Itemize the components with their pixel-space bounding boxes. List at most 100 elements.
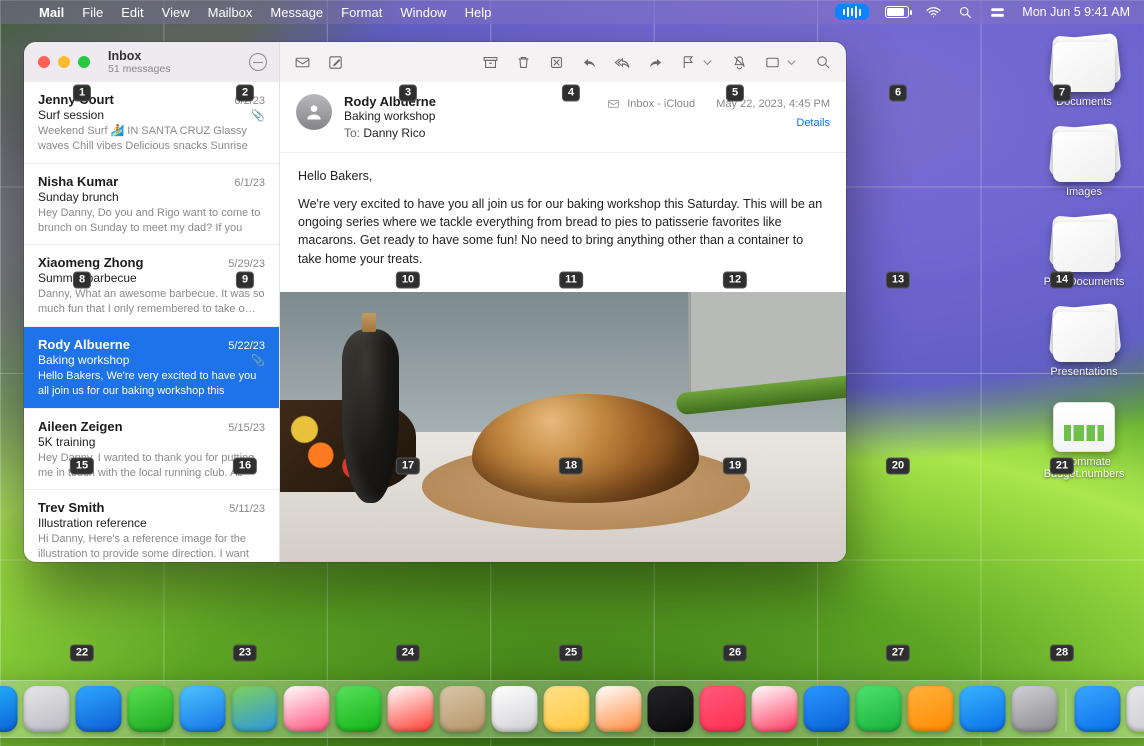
- message-row[interactable]: Xiaomeng Zhong5/29/23 Summer barbecue Da…: [24, 245, 279, 327]
- message-row[interactable]: Aileen Zeigen5/15/23 5K training Hey Dan…: [24, 409, 279, 491]
- wifi-icon[interactable]: [917, 4, 950, 21]
- desktop-item-label: Presentations: [1050, 366, 1117, 378]
- junk-icon[interactable]: [548, 54, 565, 71]
- message-list[interactable]: Jenny Court6/2/23 Surf session📎 Weekend …: [24, 82, 280, 562]
- message-from: Trev Smith: [38, 500, 104, 515]
- desktop-item[interactable]: Documents: [1034, 42, 1134, 108]
- dock-downloads[interactable]: [1075, 686, 1121, 732]
- stack-icon: [1053, 42, 1115, 92]
- dock-music[interactable]: [700, 686, 746, 732]
- menu-edit[interactable]: Edit: [112, 5, 152, 20]
- dock-safari[interactable]: [76, 686, 122, 732]
- numbers-file-icon: [1053, 402, 1115, 452]
- message-subject: 5K training: [38, 435, 95, 449]
- menu-help[interactable]: Help: [456, 5, 501, 20]
- message-date: 5/15/23: [228, 422, 265, 434]
- dock-notes[interactable]: [544, 686, 590, 732]
- forward-icon[interactable]: [647, 54, 664, 71]
- message-date: 6/1/23: [234, 177, 265, 189]
- dock-reminders[interactable]: [492, 686, 538, 732]
- message-preview: Hey Danny, I wanted to thank you for put…: [38, 451, 265, 481]
- desktop-item-label: Images: [1066, 186, 1102, 198]
- dock-launchpad[interactable]: [24, 686, 70, 732]
- dock-contacts[interactable]: [440, 686, 486, 732]
- message-from: Rody Albuerne: [38, 337, 130, 352]
- reading-to-label: To:: [344, 126, 360, 140]
- reply-all-icon[interactable]: [614, 54, 631, 71]
- menu-mailbox[interactable]: Mailbox: [199, 5, 262, 20]
- mute-icon[interactable]: [731, 54, 748, 71]
- menubar: MailFileEditViewMailboxMessageFormatWind…: [0, 0, 1144, 24]
- details-link[interactable]: Details: [606, 117, 830, 129]
- message-preview: Weekend Surf 🏄 IN SANTA CRUZ Glassy wave…: [38, 124, 265, 154]
- reading-attachment-image: [280, 292, 846, 562]
- battery-status[interactable]: [877, 6, 917, 18]
- reading-date: May 22, 2023, 4:45 PM: [716, 98, 830, 110]
- dock-keynote[interactable]: [804, 686, 850, 732]
- dock-settings[interactable]: [1012, 686, 1058, 732]
- message-date: 5/29/23: [228, 258, 265, 270]
- dock-photos[interactable]: [284, 686, 330, 732]
- dock-messages[interactable]: [128, 686, 174, 732]
- zoom-button[interactable]: [78, 56, 90, 68]
- trash-icon[interactable]: [515, 54, 532, 71]
- dock-maps[interactable]: [232, 686, 278, 732]
- menubar-clock[interactable]: Mon Jun 5 9:41 AM: [1014, 5, 1144, 19]
- spotlight-icon[interactable]: [950, 5, 981, 20]
- message-preview: Hey Danny, Do you and Rigo want to come …: [38, 206, 265, 236]
- archive-icon[interactable]: [482, 54, 499, 71]
- voice-control-indicator[interactable]: [827, 4, 877, 20]
- menubar-app-name[interactable]: Mail: [30, 5, 73, 20]
- reply-icon[interactable]: [581, 54, 598, 71]
- menu-window[interactable]: Window: [391, 5, 455, 20]
- dock-news[interactable]: [752, 686, 798, 732]
- message-preview: Hi Danny, Here's a reference image for t…: [38, 532, 265, 562]
- menu-message[interactable]: Message: [261, 5, 332, 20]
- dock-calendar[interactable]: [388, 686, 434, 732]
- dock-numbers[interactable]: [856, 686, 902, 732]
- message-from: Xiaomeng Zhong: [38, 255, 143, 270]
- search-icon[interactable]: [815, 54, 832, 71]
- message-row[interactable]: Jenny Court6/2/23 Surf session📎 Weekend …: [24, 82, 279, 164]
- stack-icon: [1053, 312, 1115, 362]
- message-subject: Sunday brunch: [38, 190, 119, 204]
- desktop-item[interactable]: Presentations: [1034, 312, 1134, 378]
- message-subject: Baking workshop: [38, 353, 129, 367]
- dock-facetime[interactable]: [336, 686, 382, 732]
- dock-freeform[interactable]: [596, 686, 642, 732]
- flag-icon[interactable]: [680, 54, 715, 71]
- dock-appstore[interactable]: [960, 686, 1006, 732]
- filter-icon[interactable]: [249, 53, 267, 71]
- compose-icon[interactable]: [327, 54, 344, 71]
- reading-from: Rody Albuerne: [344, 94, 594, 109]
- message-date: 6/2/23: [234, 95, 265, 107]
- dock-mail[interactable]: [180, 686, 226, 732]
- message-subject: Surf session: [38, 108, 104, 122]
- message-row[interactable]: Rody Albuerne5/22/23 Baking workshop📎 He…: [24, 327, 279, 409]
- move-icon[interactable]: [764, 54, 799, 71]
- desktop-item[interactable]: Images: [1034, 132, 1134, 198]
- message-subject: Illustration reference: [38, 516, 147, 530]
- close-button[interactable]: [38, 56, 50, 68]
- message-from: Jenny Court: [38, 92, 114, 107]
- dock-pages[interactable]: [908, 686, 954, 732]
- desktop-item-label: Roommate Budget.numbers: [1034, 456, 1134, 480]
- reading-to-name: Danny Rico: [363, 126, 425, 140]
- menu-format[interactable]: Format: [332, 5, 391, 20]
- minimize-button[interactable]: [58, 56, 70, 68]
- message-preview: Danny, What an awesome barbecue. It was …: [38, 287, 265, 317]
- message-row[interactable]: Trev Smith5/11/23 Illustration reference…: [24, 490, 279, 562]
- desktop-item[interactable]: PDF Documents: [1034, 222, 1134, 288]
- mail-titlebar[interactable]: Inbox 51 messages: [24, 42, 846, 82]
- menu-view[interactable]: View: [153, 5, 199, 20]
- message-row[interactable]: Nisha Kumar6/1/23 Sunday brunch Hey Dann…: [24, 164, 279, 246]
- stack-icon: [1053, 132, 1115, 182]
- dock-trash[interactable]: [1127, 686, 1144, 732]
- get-mail-icon[interactable]: [294, 54, 311, 71]
- control-center-icon[interactable]: [981, 4, 1014, 21]
- menu-file[interactable]: File: [73, 5, 112, 20]
- window-controls[interactable]: [38, 56, 90, 68]
- dock-finder[interactable]: [0, 686, 18, 732]
- dock-tv[interactable]: [648, 686, 694, 732]
- desktop-item[interactable]: Roommate Budget.numbers: [1034, 402, 1134, 480]
